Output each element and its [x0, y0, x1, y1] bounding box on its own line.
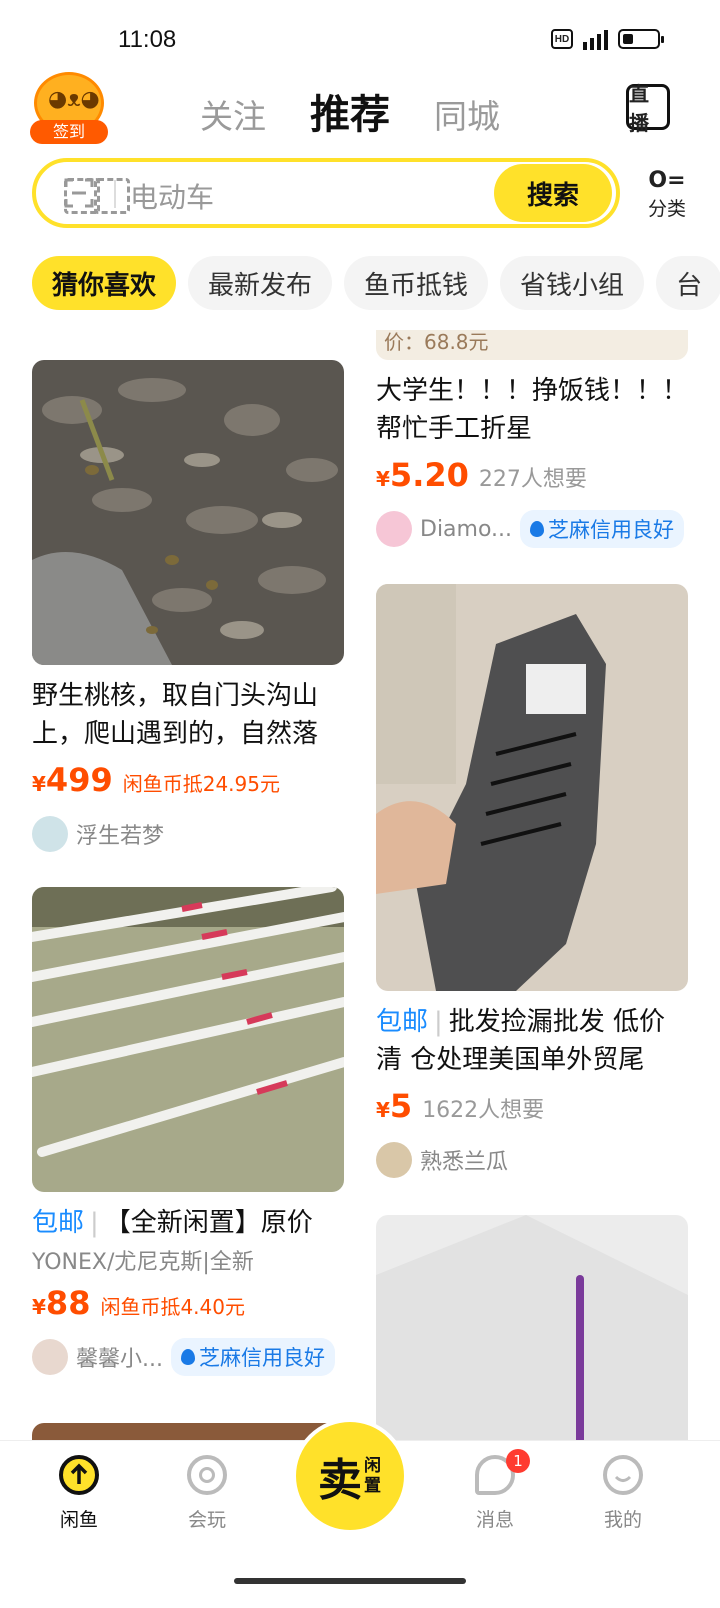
chip-latest[interactable]: 最新发布: [188, 256, 333, 310]
seller-name: 馨馨小...: [76, 1347, 163, 1372]
product-title: 包邮 | 【全新闲置】原价: [32, 1208, 313, 1238]
top-tabs: 关注 推荐 同城: [200, 82, 500, 140]
sell-sublabel: 闲置: [364, 1456, 381, 1496]
scan-icon[interactable]: [64, 178, 130, 214]
product-price: ¥499: [32, 761, 113, 799]
home-arrow-icon: [59, 1455, 99, 1495]
signin-label: 签到: [30, 120, 108, 144]
flame-icon: [180, 1349, 195, 1365]
sell-label: 卖: [318, 1455, 362, 1506]
seller-avatar: [32, 1339, 68, 1375]
product-title: 野生桃核，取自门头沟山上，爬山遇到的，自然落: [32, 681, 319, 749]
product-card[interactable]: 包邮 | 【全新闲置】原价 YONEX/尤尼克斯|全新 ¥88 闲鱼币抵4.40元 …: [32, 887, 344, 1376]
seller-name: 浮生若梦: [76, 824, 165, 849]
product-subtitle: YONEX/尤尼克斯|全新: [32, 1250, 254, 1275]
signin-button[interactable]: ◕ᴥ◕ 签到: [30, 72, 108, 146]
nav-play[interactable]: 会玩: [162, 1455, 252, 1532]
seller-avatar: [376, 1142, 412, 1178]
credit-badge: 芝麻信用良好: [170, 1338, 335, 1376]
chip-guess-you-like[interactable]: 猜你喜欢: [32, 256, 177, 310]
product-feed: 野生桃核，取自门头沟山上，爬山遇到的，自然落 ¥499 闲鱼币抵24.95元 浮…: [0, 330, 720, 1470]
seller-row[interactable]: 馨馨小... 芝麻信用良好: [32, 1338, 344, 1376]
search-input[interactable]: 电动车: [130, 176, 214, 216]
category-icon: O=: [648, 168, 686, 193]
product-image-peach-pits[interactable]: [32, 360, 344, 665]
product-title: 包邮 | 批发捡漏批发 低价清 仓处理美国单外贸尾: [376, 1007, 666, 1075]
status-icons: HD: [551, 28, 664, 50]
nav-label: 我的: [603, 1509, 642, 1531]
search-divider: [114, 180, 116, 208]
seller-row[interactable]: Diamo... 芝麻信用良好: [376, 510, 688, 548]
seller-name: 熟悉兰瓜: [420, 1150, 509, 1175]
sell-button[interactable]: 卖 闲置: [292, 1418, 408, 1534]
seller-row[interactable]: 熟悉兰瓜: [376, 1141, 688, 1179]
tab-recommend[interactable]: 推荐: [310, 82, 390, 140]
product-image-sneaker[interactable]: [376, 584, 688, 991]
product-card[interactable]: 野生桃核，取自门头沟山上，爬山遇到的，自然落 ¥499 闲鱼币抵24.95元 浮…: [32, 360, 344, 853]
filter-chips: 猜你喜欢 最新发布 鱼币抵钱 省钱小组 台: [32, 256, 720, 310]
want-count: 227人想要: [478, 467, 587, 492]
seller-row[interactable]: 浮生若梦: [32, 815, 344, 853]
chip-more[interactable]: 台: [656, 256, 720, 310]
nav-label: 会玩: [187, 1509, 226, 1531]
unread-badge: 1: [506, 1449, 530, 1473]
circle-icon: [187, 1455, 227, 1495]
flame-icon: [530, 521, 545, 537]
tab-follow[interactable]: 关注: [200, 90, 266, 138]
search-button[interactable]: 搜索: [494, 164, 612, 222]
tab-local[interactable]: 同城: [434, 90, 500, 138]
chip-savings-group[interactable]: 省钱小组: [500, 256, 645, 310]
coin-discount-note: 闲鱼币抵24.95元: [122, 772, 280, 796]
battery-icon: [618, 29, 664, 49]
product-title: 大学生！！！挣饭钱！！！帮忙手工折星: [376, 376, 688, 444]
product-card[interactable]: 价：68.8元 大学生！！！挣饭钱！！！帮忙手工折星 ¥5.20 227人想要 …: [376, 330, 688, 548]
header: ◕ᴥ◕ 签到 关注 推荐 同城 直播: [0, 70, 720, 150]
chip-coin-discount[interactable]: 鱼币抵钱: [344, 256, 489, 310]
product-price: ¥5: [376, 1087, 413, 1125]
live-button[interactable]: 直播: [626, 82, 670, 135]
product-image-phone[interactable]: [376, 1215, 688, 1470]
product-price: ¥5.20: [376, 456, 469, 494]
price-row: ¥88 闲鱼币抵4.40元: [32, 1284, 344, 1322]
nav-label: 闲鱼: [59, 1509, 98, 1531]
seller-avatar: [32, 816, 68, 852]
price-row: ¥499 闲鱼币抵24.95元: [32, 761, 344, 799]
status-time: 11:08: [118, 26, 177, 53]
want-count: 1622人想要: [422, 1098, 545, 1123]
category-label: 分类: [647, 198, 686, 220]
status-bar: 11:08 HD: [0, 0, 720, 80]
credit-badge: 芝麻信用良好: [520, 510, 685, 548]
product-card-partial[interactable]: [376, 1215, 688, 1470]
nav-messages[interactable]: 1 消息: [450, 1449, 540, 1532]
home-indicator: [234, 1578, 466, 1584]
nav-me[interactable]: 我的: [578, 1455, 668, 1532]
category-button[interactable]: O= 分类: [642, 168, 692, 224]
nav-label: 消息: [475, 1509, 514, 1531]
product-price: ¥88: [32, 1284, 91, 1322]
product-card[interactable]: 包邮 | 批发捡漏批发 低价清 仓处理美国单外贸尾 ¥5 1622人想要 熟悉兰瓜: [376, 584, 688, 1179]
seller-avatar: [376, 511, 412, 547]
price-row: ¥5.20 227人想要: [376, 456, 688, 494]
price-row: ¥5 1622人想要: [376, 1087, 688, 1125]
product-image-partial[interactable]: 价：68.8元: [376, 330, 688, 360]
coin-discount-note: 闲鱼币抵4.40元: [100, 1295, 245, 1319]
free-shipping-tag: 包邮: [32, 1208, 85, 1238]
seller-name: Diamo...: [420, 516, 513, 542]
free-shipping-tag: 包邮: [376, 1007, 429, 1037]
product-image-badminton-rackets[interactable]: [32, 887, 344, 1192]
nav-home[interactable]: 闲鱼: [34, 1455, 124, 1532]
smile-icon: [603, 1455, 643, 1495]
search-bar[interactable]: 电动车 搜索: [32, 158, 620, 228]
hd-icon: HD: [551, 29, 573, 49]
signal-icon: [583, 28, 608, 50]
